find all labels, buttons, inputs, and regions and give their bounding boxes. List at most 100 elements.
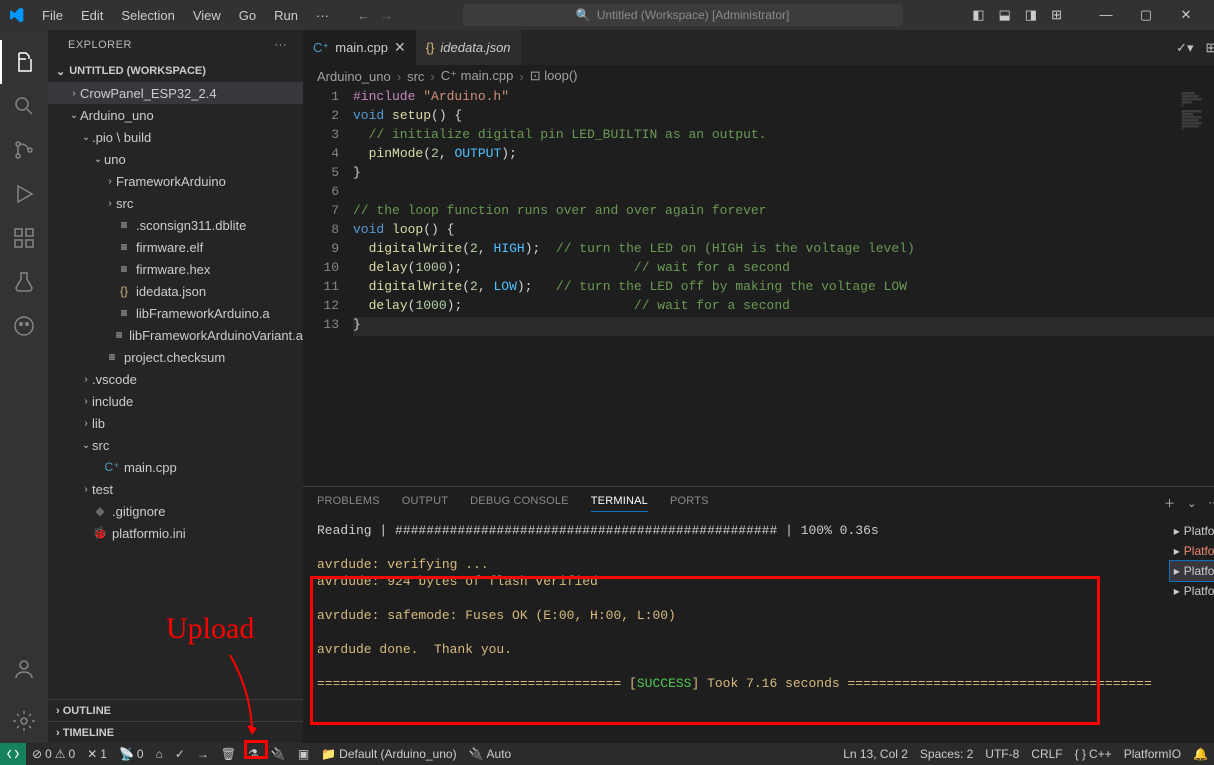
panel-tab-output[interactable]: OUTPUT bbox=[402, 495, 448, 511]
tree-item[interactable]: ≡project.checksum bbox=[48, 346, 303, 368]
status-spaces[interactable]: Spaces: 2 bbox=[914, 747, 979, 761]
activity-scm-icon[interactable] bbox=[0, 128, 48, 172]
command-center[interactable]: 🔍 Untitled (Workspace) [Administrator] bbox=[463, 4, 903, 26]
breadcrumb-segment[interactable]: src bbox=[407, 69, 424, 84]
menu-run[interactable]: Run bbox=[266, 4, 306, 27]
editor-split-icon[interactable]: ⊞ bbox=[1206, 40, 1214, 56]
tree-item[interactable]: ⌄Arduino_uno bbox=[48, 104, 303, 126]
window-minimize-icon[interactable]: — bbox=[1086, 7, 1126, 23]
terminal-list-item[interactable]: ▸Platform…✓ bbox=[1170, 521, 1214, 541]
tree-item[interactable]: ◆.gitignore bbox=[48, 500, 303, 522]
activity-debug-icon[interactable] bbox=[0, 172, 48, 216]
menu-selection[interactable]: Selection bbox=[113, 4, 182, 27]
tree-item[interactable]: ›src bbox=[48, 192, 303, 214]
breadcrumb[interactable]: Arduino_uno›src›C⁺ main.cpp›⊡ loop() bbox=[303, 65, 1214, 87]
outline-section[interactable]: › OUTLINE bbox=[48, 699, 303, 721]
layout-panel-right-icon[interactable]: ◨ bbox=[1025, 7, 1037, 23]
status-platformio[interactable]: PlatformIO bbox=[1118, 747, 1187, 761]
tree-item[interactable]: ›.vscode bbox=[48, 368, 303, 390]
tree-item[interactable]: ›FrameworkArduino bbox=[48, 170, 303, 192]
tree-item-label: idedata.json bbox=[136, 284, 206, 299]
remote-indicator[interactable] bbox=[0, 747, 26, 761]
panel-tab-problems[interactable]: PROBLEMS bbox=[317, 495, 380, 511]
menu-go[interactable]: Go bbox=[231, 4, 264, 27]
status-lang[interactable]: { } C++ bbox=[1069, 747, 1118, 761]
window-close-icon[interactable]: ✕ bbox=[1166, 7, 1206, 23]
terminal-output[interactable]: Reading | ##############################… bbox=[303, 519, 1166, 743]
panel-tab-debug-console[interactable]: DEBUG CONSOLE bbox=[470, 495, 569, 511]
terminal-list-item[interactable]: ▸Platform…✓ bbox=[1170, 581, 1214, 601]
pio-upload-icon[interactable]: → bbox=[191, 747, 215, 761]
tree-item[interactable]: ›CrowPanel_ESP32_2.4 bbox=[48, 82, 303, 104]
window-maximize-icon[interactable]: ▢ bbox=[1126, 7, 1166, 23]
tab-close-icon[interactable]: ✕ bbox=[394, 39, 406, 56]
breadcrumb-segment[interactable]: C⁺ main.cpp bbox=[441, 68, 514, 84]
tree-item-label: platformio.ini bbox=[112, 526, 186, 541]
menu-edit[interactable]: Edit bbox=[73, 4, 111, 27]
explorer-more-icon[interactable]: ··· bbox=[275, 39, 288, 51]
status-ports[interactable]: 📡0 bbox=[113, 747, 150, 761]
menu-view[interactable]: View bbox=[185, 4, 229, 27]
tree-item[interactable]: 🐞platformio.ini bbox=[48, 522, 303, 544]
activity-settings-icon[interactable] bbox=[0, 699, 48, 743]
activity-search-icon[interactable] bbox=[0, 84, 48, 128]
tree-item[interactable]: {} idedata.json bbox=[48, 280, 303, 302]
tree-item[interactable]: ≡libFrameworkArduino.a bbox=[48, 302, 303, 324]
terminal-list-item[interactable]: ▸Platform…⊗ bbox=[1170, 541, 1214, 561]
tree-item[interactable]: ⌄uno bbox=[48, 148, 303, 170]
pio-port[interactable]: 🔌 Auto bbox=[463, 747, 518, 761]
activity-extensions-icon[interactable] bbox=[0, 216, 48, 260]
tree-item[interactable]: ›include bbox=[48, 390, 303, 412]
nav-forward-icon[interactable]: → bbox=[380, 8, 393, 23]
terminal-list-item[interactable]: ▸Platform…◌ bbox=[1170, 561, 1214, 581]
menu-···[interactable]: ··· bbox=[308, 4, 337, 27]
editor-tab[interactable]: C⁺main.cpp✕ bbox=[303, 30, 416, 65]
nav-back-icon[interactable]: ← bbox=[357, 8, 370, 23]
tree-item[interactable]: ≡firmware.elf bbox=[48, 236, 303, 258]
editor-run-icon[interactable]: ✓▾ bbox=[1176, 40, 1193, 56]
activity-accounts-icon[interactable] bbox=[0, 647, 48, 691]
menu-file[interactable]: File bbox=[34, 4, 71, 27]
breadcrumb-segment[interactable]: ⊡ loop() bbox=[530, 68, 578, 84]
terminal-dropdown-icon[interactable]: ⌄ bbox=[1187, 497, 1196, 510]
tree-item[interactable]: ⌄.pio \ build bbox=[48, 126, 303, 148]
tree-item[interactable]: ›test bbox=[48, 478, 303, 500]
tree-item[interactable]: C⁺main.cpp bbox=[48, 456, 303, 478]
layout-customize-icon[interactable]: ⊞ bbox=[1051, 7, 1062, 23]
terminal-more-icon[interactable]: ··· bbox=[1208, 497, 1214, 509]
file-icon: ≡ bbox=[116, 240, 132, 254]
pio-home-icon[interactable]: ⌂ bbox=[150, 747, 169, 761]
timeline-section[interactable]: › TIMELINE bbox=[48, 721, 303, 743]
status-cursor[interactable]: Ln 13, Col 2 bbox=[837, 747, 914, 761]
pio-test-icon[interactable]: ⚗ bbox=[242, 747, 265, 761]
pio-build-icon[interactable]: ✓ bbox=[169, 747, 191, 761]
status-notifications-icon[interactable]: 🔔 bbox=[1187, 747, 1214, 761]
status-eol[interactable]: CRLF bbox=[1025, 747, 1068, 761]
tree-item[interactable]: ⌄src bbox=[48, 434, 303, 456]
activity-platformio-icon[interactable] bbox=[0, 304, 48, 348]
panel-tab-ports[interactable]: PORTS bbox=[670, 495, 709, 511]
minimap[interactable]: ████████████████████████████████████████… bbox=[1176, 87, 1214, 486]
pio-terminal-icon[interactable]: ▣ bbox=[292, 747, 315, 761]
status-errors[interactable]: ⊘0 ⚠0 bbox=[26, 747, 81, 761]
breadcrumb-segment[interactable]: Arduino_uno bbox=[317, 69, 391, 84]
status-fixes[interactable]: ✕1 bbox=[81, 747, 113, 761]
pio-clean-icon[interactable]: 🗑 bbox=[215, 747, 242, 761]
pio-env[interactable]: 📁 Default (Arduino_uno) bbox=[315, 747, 462, 761]
panel-tab-terminal[interactable]: TERMINAL bbox=[591, 495, 648, 512]
tree-item[interactable]: ≡libFrameworkArduinoVariant.a bbox=[48, 324, 303, 346]
editor-tab[interactable]: {}idedata.json bbox=[416, 30, 521, 65]
status-encoding[interactable]: UTF-8 bbox=[979, 747, 1025, 761]
layout-panel-left-icon[interactable]: ◧ bbox=[972, 7, 984, 23]
tree-item[interactable]: ≡.sconsign311.dblite bbox=[48, 214, 303, 236]
activity-testing-icon[interactable] bbox=[0, 260, 48, 304]
code-editor[interactable]: #include "Arduino.h"void setup() { // in… bbox=[353, 87, 1214, 486]
activity-explorer-icon[interactable] bbox=[0, 40, 48, 84]
file-icon: {} bbox=[116, 284, 132, 298]
workspace-label[interactable]: ⌄UNTITLED (WORKSPACE) bbox=[48, 60, 303, 82]
terminal-new-icon[interactable]: ＋ bbox=[1164, 495, 1175, 511]
tree-item[interactable]: ›lib bbox=[48, 412, 303, 434]
tree-item[interactable]: ≡firmware.hex bbox=[48, 258, 303, 280]
layout-panel-bottom-icon[interactable]: ⬓ bbox=[999, 7, 1011, 23]
pio-serial-icon[interactable]: 🔌 bbox=[265, 747, 292, 761]
